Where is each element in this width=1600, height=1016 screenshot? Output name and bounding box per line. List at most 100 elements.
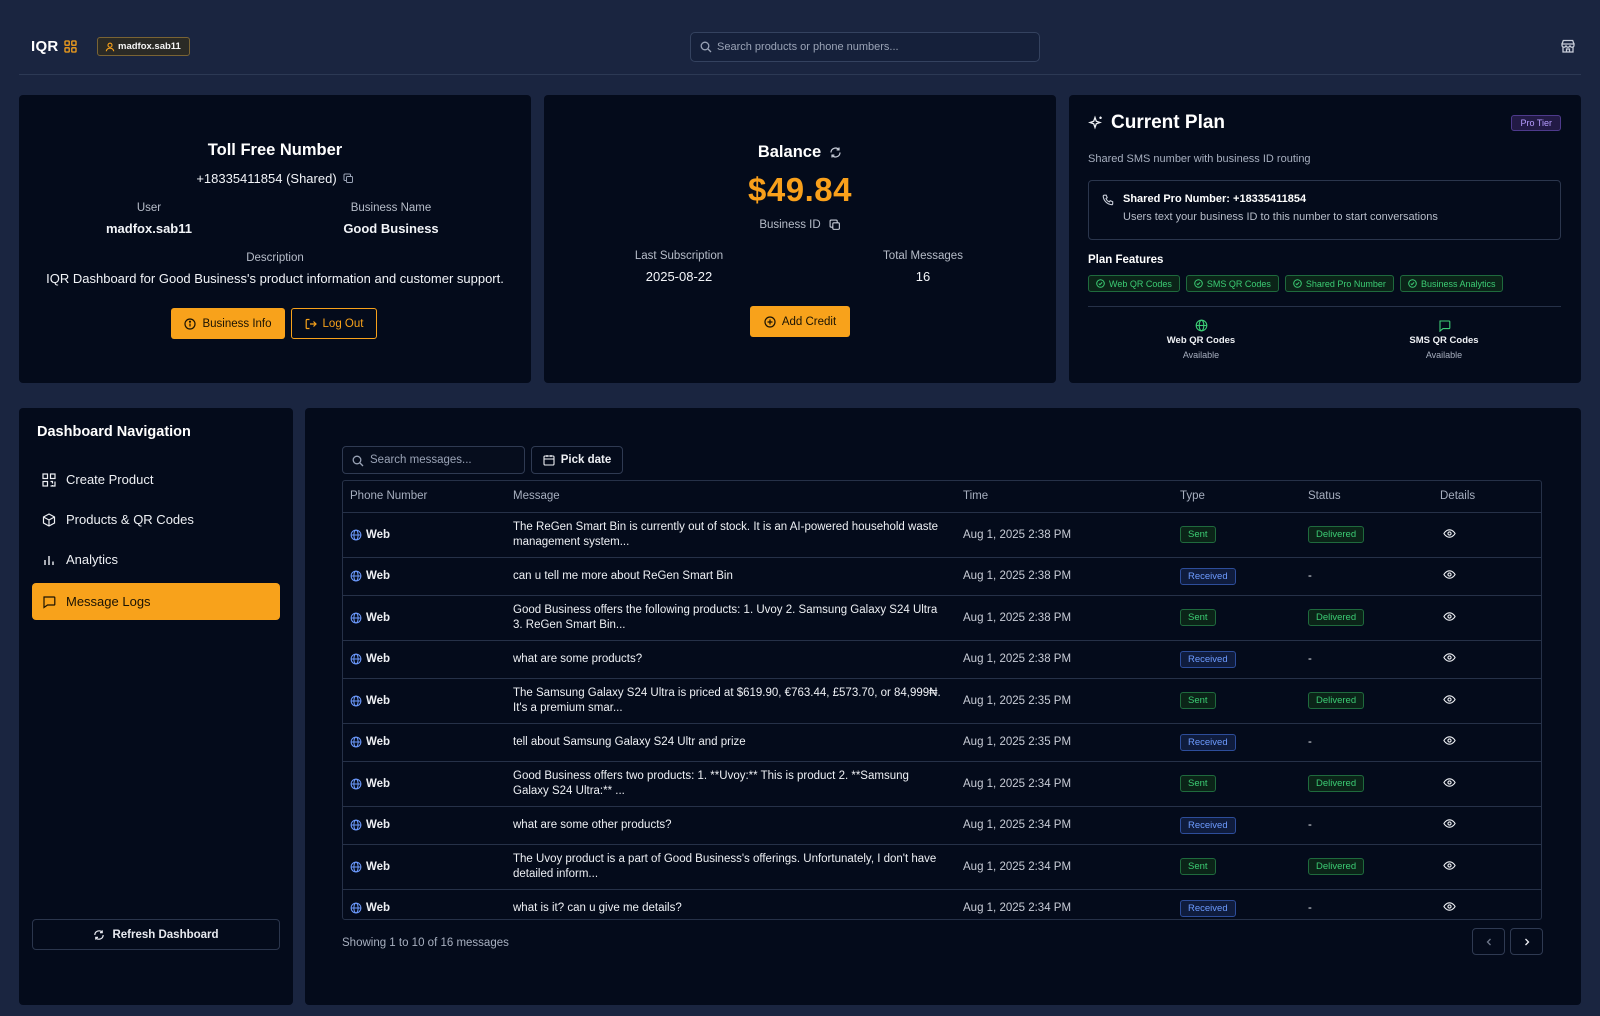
total-messages-value: 16	[915, 269, 931, 284]
time-cell: Aug 1, 2025 2:38 PM	[956, 595, 1173, 641]
check-circle-icon	[1194, 279, 1203, 288]
view-details-button[interactable]	[1443, 527, 1456, 540]
message-cell: tell about Samsung Galaxy S24 Ultr and p…	[506, 723, 956, 762]
nav-item-create-product[interactable]: Create Product	[32, 461, 280, 498]
status-text: -	[1308, 736, 1312, 748]
eye-icon	[1443, 653, 1456, 662]
message-cell: Good Business offers two products: 1. **…	[506, 761, 956, 807]
view-details-button[interactable]	[1443, 776, 1456, 789]
check-circle-icon	[1293, 279, 1302, 288]
details-cell	[1433, 557, 1541, 596]
eye-icon	[1443, 694, 1456, 704]
prev-page-button[interactable]	[1472, 928, 1505, 955]
nav-item-message-logs[interactable]: Message Logs	[32, 583, 280, 620]
time-cell: Aug 1, 2025 2:34 PM	[963, 902, 1072, 915]
globe-icon	[350, 653, 362, 665]
time-cell: Aug 1, 2025 2:34 PM	[956, 761, 1173, 807]
table-row[interactable]: Web what is it? can u give me details? Aug…	[343, 889, 1541, 919]
view-details-button[interactable]	[1443, 817, 1456, 830]
plan-title: Current Plan	[1111, 112, 1226, 133]
eye-icon	[1443, 736, 1456, 745]
global-search-input[interactable]	[717, 33, 1035, 61]
type-badge: Received	[1180, 567, 1236, 585]
message-text: what are some other products?	[513, 818, 672, 831]
table-row[interactable]: Web Good Business offers the following pr…	[343, 595, 1541, 641]
business-name-label: Business Name	[350, 202, 432, 214]
message-text: Good Business offers two products: 1. **…	[513, 769, 909, 797]
view-details-button[interactable]	[1443, 734, 1456, 747]
view-details-button[interactable]	[1443, 900, 1456, 913]
pick-date-button[interactable]: Pick date	[531, 446, 623, 474]
column-header[interactable]: Message	[506, 481, 956, 513]
status-badge: Delivered	[1308, 858, 1365, 875]
description-label: Description	[246, 252, 304, 264]
copy-icon[interactable]	[343, 173, 354, 184]
view-details-button[interactable]	[1443, 693, 1456, 706]
message-text: can u tell me more about ReGen Smart Bin	[513, 569, 733, 582]
column-header[interactable]: Status	[1301, 481, 1433, 513]
time-cell: Aug 1, 2025 2:38 PM	[956, 640, 1173, 679]
view-details-button[interactable]	[1443, 651, 1456, 664]
nav-item-analytics[interactable]: Analytics	[32, 541, 280, 578]
message-search[interactable]	[342, 446, 525, 474]
details-cell	[1433, 595, 1541, 641]
nav-item-products-qr[interactable]: Products & QR Codes	[32, 501, 280, 538]
eye-icon	[1443, 611, 1456, 621]
user-label: User	[136, 202, 162, 214]
nav-title: Dashboard Navigation	[37, 424, 191, 440]
toll-free-title: Toll Free Number	[207, 141, 343, 159]
user-chip[interactable]: madfox.sab11	[97, 37, 190, 56]
column-header[interactable]: Details	[1433, 481, 1541, 513]
username-label: madfox.sab11	[118, 41, 181, 52]
message-search-input[interactable]	[370, 447, 520, 473]
table-row[interactable]: Web The Uvoy product is a part of Good Bu…	[343, 844, 1541, 890]
phone-value: Web	[366, 653, 391, 665]
view-details-button[interactable]	[1443, 610, 1456, 623]
feature-label: SMS QR Codes	[1206, 278, 1271, 289]
globe-icon	[1195, 319, 1207, 332]
table-row[interactable]: Web what are some other products? Aug 1, 2…	[343, 806, 1541, 845]
table-row[interactable]: Web what are some products? Aug 1, 2025 2:…	[343, 640, 1541, 679]
table-row[interactable]: Web The ReGen Smart Bin is currently out …	[343, 512, 1541, 558]
app-logo[interactable]: IQR	[31, 38, 59, 55]
logout-button[interactable]: Log Out	[291, 308, 377, 339]
pagination-summary: Showing 1 to 10 of 16 messages	[342, 937, 509, 949]
column-header[interactable]: Time	[956, 481, 1173, 513]
copy-business-id-icon[interactable]	[829, 219, 841, 231]
store-icon[interactable]	[1560, 38, 1576, 54]
globe-icon	[350, 570, 362, 582]
last-subscription-value: 2025-08-22	[645, 269, 713, 284]
refresh-dashboard-button[interactable]: Refresh Dashboard	[32, 919, 280, 950]
grid-icon[interactable]	[64, 40, 77, 53]
eye-icon	[1443, 860, 1456, 870]
web-qr-status: Web QR Codes Available	[1131, 319, 1271, 360]
phone-value: Web	[366, 777, 391, 790]
table-row[interactable]: Web The Samsung Galaxy S24 Ultra is price…	[343, 678, 1541, 724]
view-details-button[interactable]	[1443, 568, 1456, 581]
balance-amount: $49.84	[748, 171, 852, 208]
view-details-button[interactable]	[1443, 859, 1456, 872]
column-header[interactable]: Phone Number	[343, 481, 506, 513]
business-info-label: Business Info	[202, 317, 272, 330]
table-row[interactable]: Web tell about Samsung Galaxy S24 Ultr an…	[343, 723, 1541, 762]
message-cell: can u tell me more about ReGen Smart Bin	[506, 557, 956, 596]
next-page-button[interactable]	[1510, 928, 1543, 955]
status-text: -	[1308, 819, 1312, 831]
toll-free-card: Toll Free Number +18335411854 (Shared) U…	[19, 95, 531, 383]
add-credit-button[interactable]: Add Credit	[750, 306, 850, 337]
table-row[interactable]: Web Good Business offers two products: 1.…	[343, 761, 1541, 807]
globe-icon	[350, 778, 362, 789]
eye-icon	[1443, 528, 1456, 538]
time-cell: Aug 1, 2025 2:38 PM	[956, 512, 1173, 558]
pick-date-label: Pick date	[560, 454, 612, 466]
business-info-button[interactable]: Business Info	[171, 308, 285, 339]
global-search[interactable]	[690, 32, 1040, 62]
user-value: madfox.sab11	[106, 221, 192, 236]
column-header[interactable]: Type	[1173, 481, 1301, 513]
refresh-balance-icon[interactable]	[829, 146, 842, 159]
table-row[interactable]: Web can u tell me more about ReGen Smart …	[343, 557, 1541, 596]
check-circle-icon	[1408, 279, 1417, 288]
feature-badge: SMS QR Codes	[1185, 275, 1279, 292]
web-qr-label: Web QR Codes	[1166, 335, 1236, 346]
message-text: tell about Samsung Galaxy S24 Ultr and p…	[513, 735, 746, 748]
